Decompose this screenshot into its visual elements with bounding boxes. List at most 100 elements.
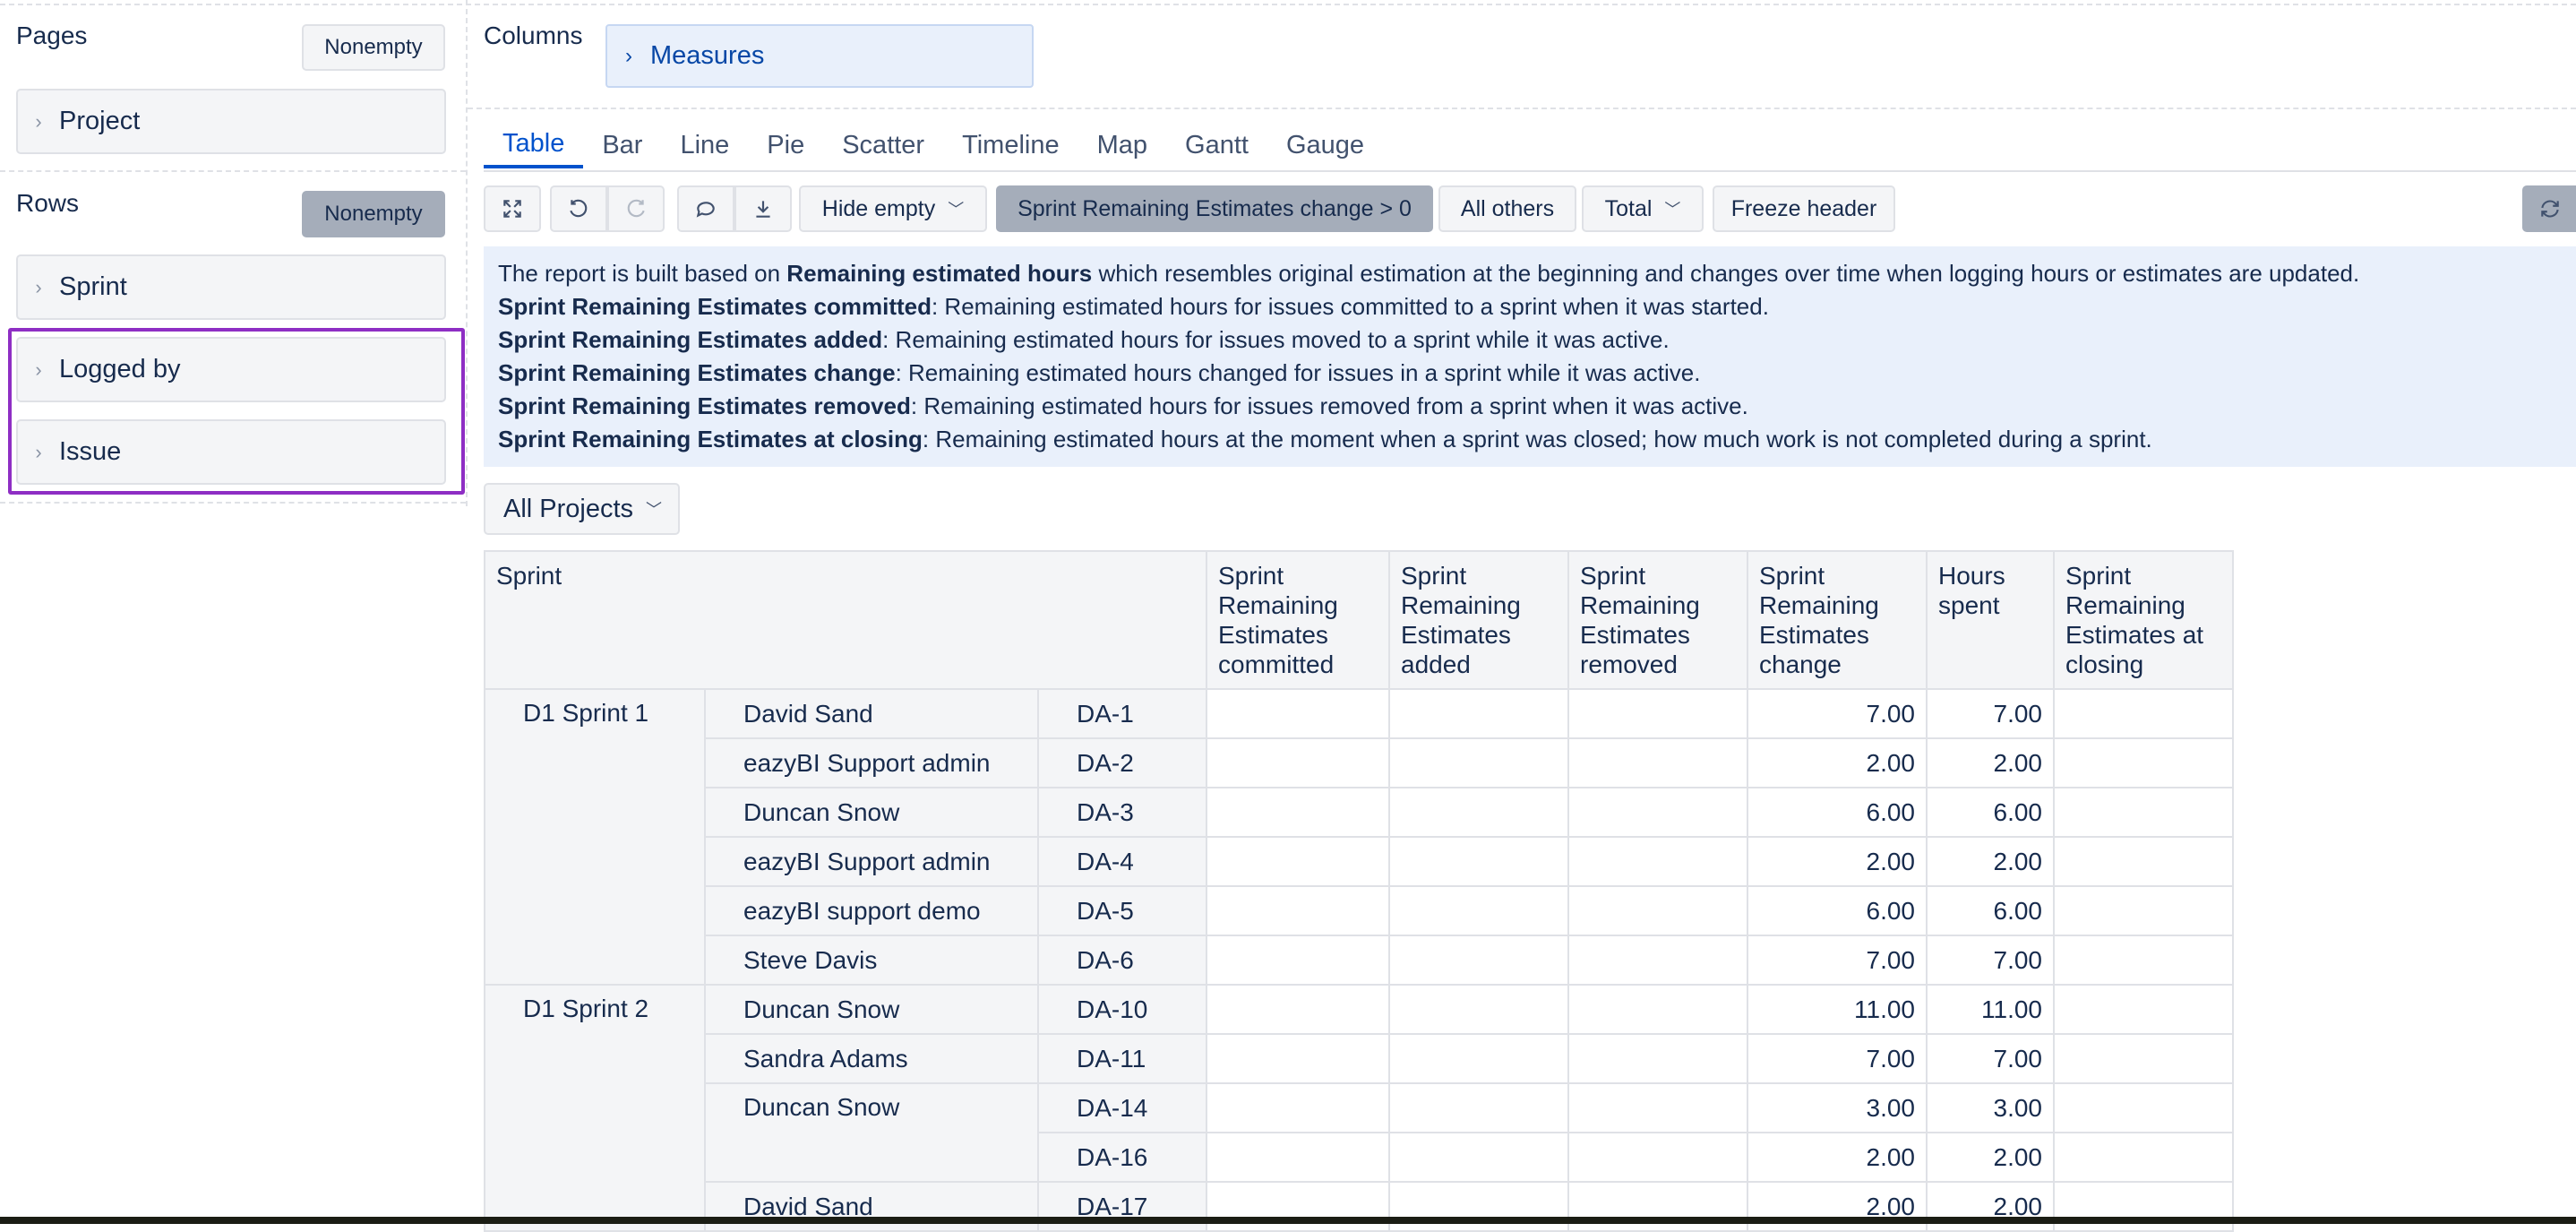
hide-empty-dropdown[interactable]: Hide empty ﹀ (799, 185, 987, 232)
rows-sprint-dimension[interactable]: › Sprint (16, 254, 446, 320)
change-cell: 2.00 (1747, 737, 1928, 788)
issue-cell[interactable]: DA-3 (1037, 787, 1207, 838)
info-bold: Sprint Remaining Estimates committed (498, 293, 932, 320)
table-row: Duncan Snow DA-14 3.00 3.00 (485, 1082, 2234, 1183)
total-dropdown[interactable]: Total ﹀ (1582, 185, 1704, 232)
logged-by-cell[interactable]: Duncan Snow (704, 984, 1039, 1035)
tab-scatter[interactable]: Scatter (823, 122, 943, 168)
fullscreen-button[interactable] (484, 185, 541, 232)
pages-title: Pages (16, 22, 88, 49)
logged-by-cell[interactable]: Steve Davis (704, 935, 1039, 986)
rows-issue-dimension[interactable]: › Issue (16, 419, 446, 485)
info-bold: Sprint Remaining Estimates at closing (498, 426, 923, 452)
undo-icon (570, 199, 588, 218)
table-row: Steve Davis DA-6 7.00 7.00 (485, 935, 2234, 986)
column-header[interactable]: Sprint Remaining Estimates removed (1567, 550, 1748, 690)
info-bold: Sprint Remaining Estimates added (498, 326, 883, 353)
table-row: eazyBI Support admin DA-4 2.00 2.00 (485, 836, 2234, 887)
comment-button[interactable] (677, 185, 734, 232)
refresh-button[interactable] (2522, 185, 2576, 232)
logged-by-cell[interactable]: eazyBI support demo (704, 885, 1039, 936)
undo-button[interactable] (550, 185, 607, 232)
logged-by-cell[interactable]: Duncan Snow (704, 1082, 1039, 1183)
hours-cell: 6.00 (1926, 885, 2055, 936)
pages-nonempty-button[interactable]: Nonempty (302, 24, 445, 71)
measures-label: Measures (650, 41, 765, 70)
change-cell: 7.00 (1747, 935, 1928, 986)
project-selector[interactable]: All Projects ﹀ (484, 483, 680, 535)
rows-logged-by-dimension[interactable]: › Logged by (16, 337, 446, 402)
column-header[interactable]: Sprint Remaining Estimates change (1747, 550, 1928, 690)
redo-icon (627, 199, 645, 218)
column-header[interactable]: Sprint Remaining Estimates added (1388, 550, 1569, 690)
column-header[interactable]: Sprint Remaining Estimates at closing (2053, 550, 2234, 690)
change-cell: 2.00 (1747, 1132, 1928, 1183)
issue-cell[interactable]: DA-4 (1037, 836, 1207, 887)
logged-by-cell[interactable]: eazyBI Support admin (704, 737, 1039, 788)
hours-cell: 3.00 (1926, 1082, 2055, 1133)
chevron-down-icon: ﹀ (646, 501, 663, 519)
redo-button[interactable] (607, 185, 665, 232)
change-cell: 6.00 (1747, 885, 1928, 936)
tab-bar[interactable]: Bar (583, 122, 661, 168)
tab-gauge[interactable]: Gauge (1267, 122, 1383, 168)
table-row: Sandra Adams DA-11 7.00 7.00 (485, 1033, 2234, 1084)
info-text: : Remaining estimated hours at the momen… (922, 426, 2152, 452)
chevron-right-icon: › (35, 109, 42, 133)
tab-map[interactable]: Map (1078, 122, 1166, 168)
issue-cell[interactable]: DA-16 (1037, 1132, 1207, 1183)
row-header-sprint[interactable]: Sprint (484, 550, 1207, 690)
filter-button[interactable]: Sprint Remaining Estimates change > 0 (996, 185, 1433, 232)
change-cell: 3.00 (1747, 1082, 1928, 1133)
freeze-header-label: Freeze header (1730, 195, 1877, 221)
tab-table[interactable]: Table (484, 122, 584, 168)
change-cell: 11.00 (1747, 984, 1928, 1035)
tab-line[interactable]: Line (661, 122, 748, 168)
sprint-cell[interactable]: D1 Sprint 2 (484, 984, 706, 1232)
issue-cell[interactable]: DA-1 (1037, 688, 1207, 739)
issue-cell[interactable]: DA-2 (1037, 737, 1207, 788)
tab-gantt[interactable]: Gantt (1166, 122, 1267, 168)
refresh-icon (2541, 200, 2559, 218)
dimension-label: Project (59, 107, 141, 135)
report-description: The report is built based on Remaining e… (484, 246, 2576, 467)
tab-pie[interactable]: Pie (748, 122, 823, 168)
sprint-cell[interactable]: D1 Sprint 1 (484, 688, 706, 986)
info-text: : Remaining estimated hours for issues r… (910, 392, 1748, 419)
comment-icon (696, 202, 715, 218)
issue-cell[interactable]: DA-6 (1037, 935, 1207, 986)
issue-cell[interactable]: DA-5 (1037, 885, 1207, 936)
rows-nonempty-button[interactable]: Nonempty (302, 191, 445, 237)
report-table: Sprint Sprint Remaining Estimates commit… (484, 550, 2234, 1232)
info-bold: Sprint Remaining Estimates change (498, 359, 896, 386)
info-text: : Remaining estimated hours changed for … (895, 359, 1701, 386)
info-bold: Sprint Remaining Estimates removed (498, 392, 911, 419)
dimension-label: Issue (59, 437, 122, 466)
column-header[interactable]: Sprint Remaining Estimates committed (1206, 550, 1390, 690)
chevron-down-icon: ﹀ (948, 201, 965, 219)
column-header[interactable]: Hours spent (1926, 550, 2055, 690)
table-row: eazyBI support demo DA-5 6.00 6.00 (485, 885, 2234, 936)
export-button[interactable] (734, 185, 792, 232)
logged-by-cell[interactable]: David Sand (704, 688, 1039, 739)
issue-cell[interactable]: DA-14 (1037, 1082, 1207, 1133)
hours-cell: 2.00 (1926, 1132, 2055, 1183)
table-row: Duncan Snow DA-3 6.00 6.00 (485, 787, 2234, 838)
measures-dimension[interactable]: › Measures (605, 24, 1034, 88)
project-selector-label: All Projects (503, 494, 634, 523)
hours-cell: 7.00 (1926, 688, 2055, 739)
info-text: The report is built based on (498, 260, 787, 287)
logged-by-cell[interactable]: Duncan Snow (704, 787, 1039, 838)
issue-cell[interactable]: DA-10 (1037, 984, 1207, 1035)
total-label: Total (1604, 195, 1653, 221)
logged-by-cell[interactable]: Sandra Adams (704, 1033, 1039, 1084)
info-text: : Remaining estimated hours for issues m… (882, 326, 1670, 353)
filter-label: Sprint Remaining Estimates change > 0 (1018, 195, 1412, 221)
pages-project-dimension[interactable]: › Project (16, 89, 446, 154)
logged-by-cell[interactable]: eazyBI Support admin (704, 836, 1039, 887)
issue-cell[interactable]: DA-11 (1037, 1033, 1207, 1084)
chevron-right-icon: › (35, 275, 42, 298)
tab-timeline[interactable]: Timeline (943, 122, 1078, 168)
freeze-header-button[interactable]: Freeze header (1713, 185, 1895, 232)
all-others-button[interactable]: All others (1438, 185, 1576, 232)
